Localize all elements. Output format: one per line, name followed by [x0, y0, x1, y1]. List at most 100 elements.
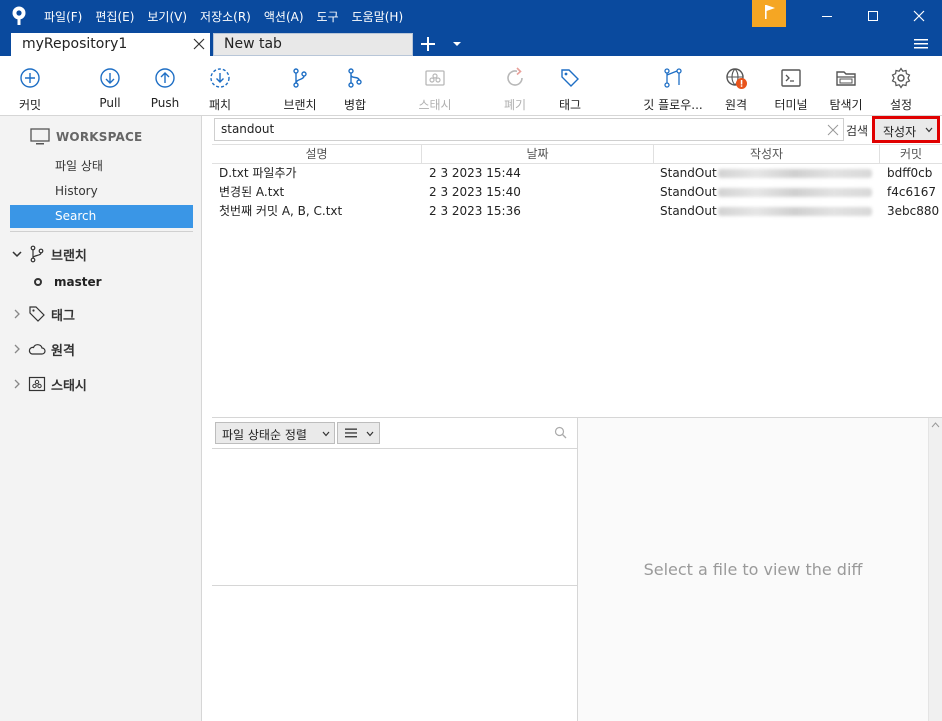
add-tab-icon[interactable]: [418, 34, 438, 54]
search-icon[interactable]: [554, 426, 567, 439]
search-label: 검색: [846, 124, 869, 138]
monitor-icon: [30, 128, 50, 145]
commit-plus-icon: [20, 68, 40, 88]
column-description[interactable]: 설명: [212, 145, 422, 164]
search-input[interactable]: standout: [214, 118, 844, 141]
sidebar-divider: [10, 231, 193, 232]
file-list-divider[interactable]: [212, 585, 578, 586]
tag-icon: [561, 69, 579, 87]
merge-label: 병합: [343, 98, 367, 112]
workspace-header: WORKSPACE: [30, 128, 142, 146]
remote-button[interactable]: 원격: [706, 56, 766, 116]
clear-search-icon[interactable]: [827, 124, 839, 136]
title-bar: 파일(F) 편집(E) 보기(V) 저장소(R) 액션(A) 도구 도움말(H): [0, 0, 942, 32]
menu-view[interactable]: 보기(V): [147, 8, 187, 25]
row-author: StandOut: [660, 166, 717, 180]
discard-button[interactable]: 폐기: [485, 56, 545, 116]
branch-label: 브랜치: [283, 98, 317, 112]
row-commit: bdff0cb: [887, 166, 933, 180]
menu-tools[interactable]: 도구: [317, 8, 339, 25]
redacted-email: [718, 169, 872, 178]
notification-flag-button[interactable]: [752, 0, 786, 27]
stash-button[interactable]: 스태시: [405, 56, 465, 116]
explorer-label: 탐색기: [829, 98, 863, 112]
row-date: 2 3 2023 15:40: [429, 185, 521, 199]
column-author[interactable]: 작성자: [654, 145, 880, 164]
minimize-icon: [822, 16, 832, 17]
branch-name: master: [54, 275, 102, 289]
commit-button[interactable]: 커밋: [0, 56, 60, 116]
menu-actions[interactable]: 액션(A): [264, 8, 304, 25]
scroll-up-icon[interactable]: [929, 418, 942, 432]
file-list-pane: 파일 상태순 정렬: [212, 418, 578, 721]
workspace-label: WORKSPACE: [56, 130, 143, 144]
minimize-button[interactable]: [804, 0, 850, 32]
diff-placeholder: Select a file to view the diff: [643, 560, 863, 579]
merge-icon: [348, 68, 362, 88]
tab-label: New tab: [224, 36, 282, 52]
diff-scrollbar[interactable]: [928, 418, 942, 721]
sidebar-item-file-status[interactable]: 파일 상태: [10, 155, 193, 178]
row-author: StandOut: [660, 185, 717, 199]
file-view-dropdown[interactable]: [337, 422, 380, 444]
push-button[interactable]: Push: [135, 56, 195, 116]
results-header: 설명 날짜 작성자 커밋: [212, 144, 942, 164]
sidebar-item-history[interactable]: History: [10, 180, 193, 203]
sidebar-group-tags[interactable]: 태그: [12, 303, 75, 325]
maximize-icon: [868, 11, 878, 21]
menu-repository[interactable]: 저장소(R): [200, 8, 251, 25]
branch-button[interactable]: 브랜치: [270, 56, 330, 116]
close-icon: [913, 10, 925, 22]
row-date: 2 3 2023 15:44: [429, 166, 521, 180]
row-commit: 3ebc880: [887, 204, 940, 218]
merge-button[interactable]: 병합: [325, 56, 385, 116]
sidebar-item-search[interactable]: Search: [10, 205, 193, 228]
current-branch-dot-icon: [34, 278, 42, 286]
list-view-icon: [345, 428, 357, 438]
stash-icon: [425, 70, 445, 86]
settings-button[interactable]: 설정: [871, 56, 931, 116]
stash-label: 스태시: [418, 98, 452, 112]
tab-list-chevron-icon[interactable]: [452, 40, 462, 48]
flag-icon: [765, 5, 775, 19]
file-sort-dropdown[interactable]: 파일 상태순 정렬: [215, 422, 335, 444]
table-row[interactable]: 변경된 A.txt 2 3 2023 15:40 StandOut f4c616…: [212, 183, 942, 202]
sourcetree-logo-icon: [12, 6, 26, 25]
tab-myrepository1[interactable]: myRepository1: [11, 33, 210, 56]
redacted-email: [718, 188, 872, 197]
row-date: 2 3 2023 15:36: [429, 204, 521, 218]
close-window-button[interactable]: [896, 0, 942, 32]
hamburger-menu-icon[interactable]: [913, 36, 929, 52]
column-date[interactable]: 날짜: [422, 145, 654, 164]
diff-pane: Select a file to view the diff: [578, 418, 942, 721]
tab-close-icon[interactable]: [193, 38, 205, 50]
commit-label: 커밋: [18, 98, 42, 112]
chevron-down-icon: [322, 431, 330, 437]
sidebar-group-stashes[interactable]: 스태시: [12, 373, 87, 395]
toolbar: 커밋 Pull Push 패치 브랜치 병합 스태시 폐기 태그 깃 플로우..…: [0, 56, 942, 116]
explorer-button[interactable]: 탐색기: [816, 56, 876, 116]
search-view: standout 검색 작성자 설명 날짜 작성자 커밋 D.txt 파일추가 …: [212, 116, 942, 721]
settings-label: 설정: [889, 98, 913, 112]
menu-help[interactable]: 도움말(H): [352, 8, 404, 25]
tag-button[interactable]: 태그: [540, 56, 600, 116]
push-label: Push: [150, 96, 180, 110]
branch-item-master[interactable]: master: [34, 275, 102, 289]
sidebar-group-remotes[interactable]: 원격: [12, 338, 75, 360]
table-row[interactable]: 첫번째 커밋 A, B, C.txt 2 3 2023 15:36 StandO…: [212, 202, 942, 221]
gitflow-button[interactable]: 깃 플로우...: [643, 56, 703, 116]
table-row[interactable]: D.txt 파일추가 2 3 2023 15:44 StandOut bdff0…: [212, 164, 942, 183]
pull-button[interactable]: Pull: [80, 56, 140, 116]
fetch-button[interactable]: 패치: [190, 56, 250, 116]
sidebar-group-branches[interactable]: 브랜치: [12, 243, 87, 265]
terminal-button[interactable]: 터미널: [761, 56, 821, 116]
maximize-button[interactable]: [850, 0, 896, 32]
menu-file[interactable]: 파일(F): [44, 8, 82, 25]
remote-globe-icon: [726, 68, 747, 89]
row-author: StandOut: [660, 204, 717, 218]
column-commit[interactable]: 커밋: [880, 145, 942, 164]
sidebar: WORKSPACE 파일 상태 History Search 브랜치 maste…: [0, 116, 202, 721]
menu-edit[interactable]: 편집(E): [95, 8, 134, 25]
tab-new-tab[interactable]: New tab: [213, 33, 413, 56]
tag-icon: [29, 306, 45, 322]
